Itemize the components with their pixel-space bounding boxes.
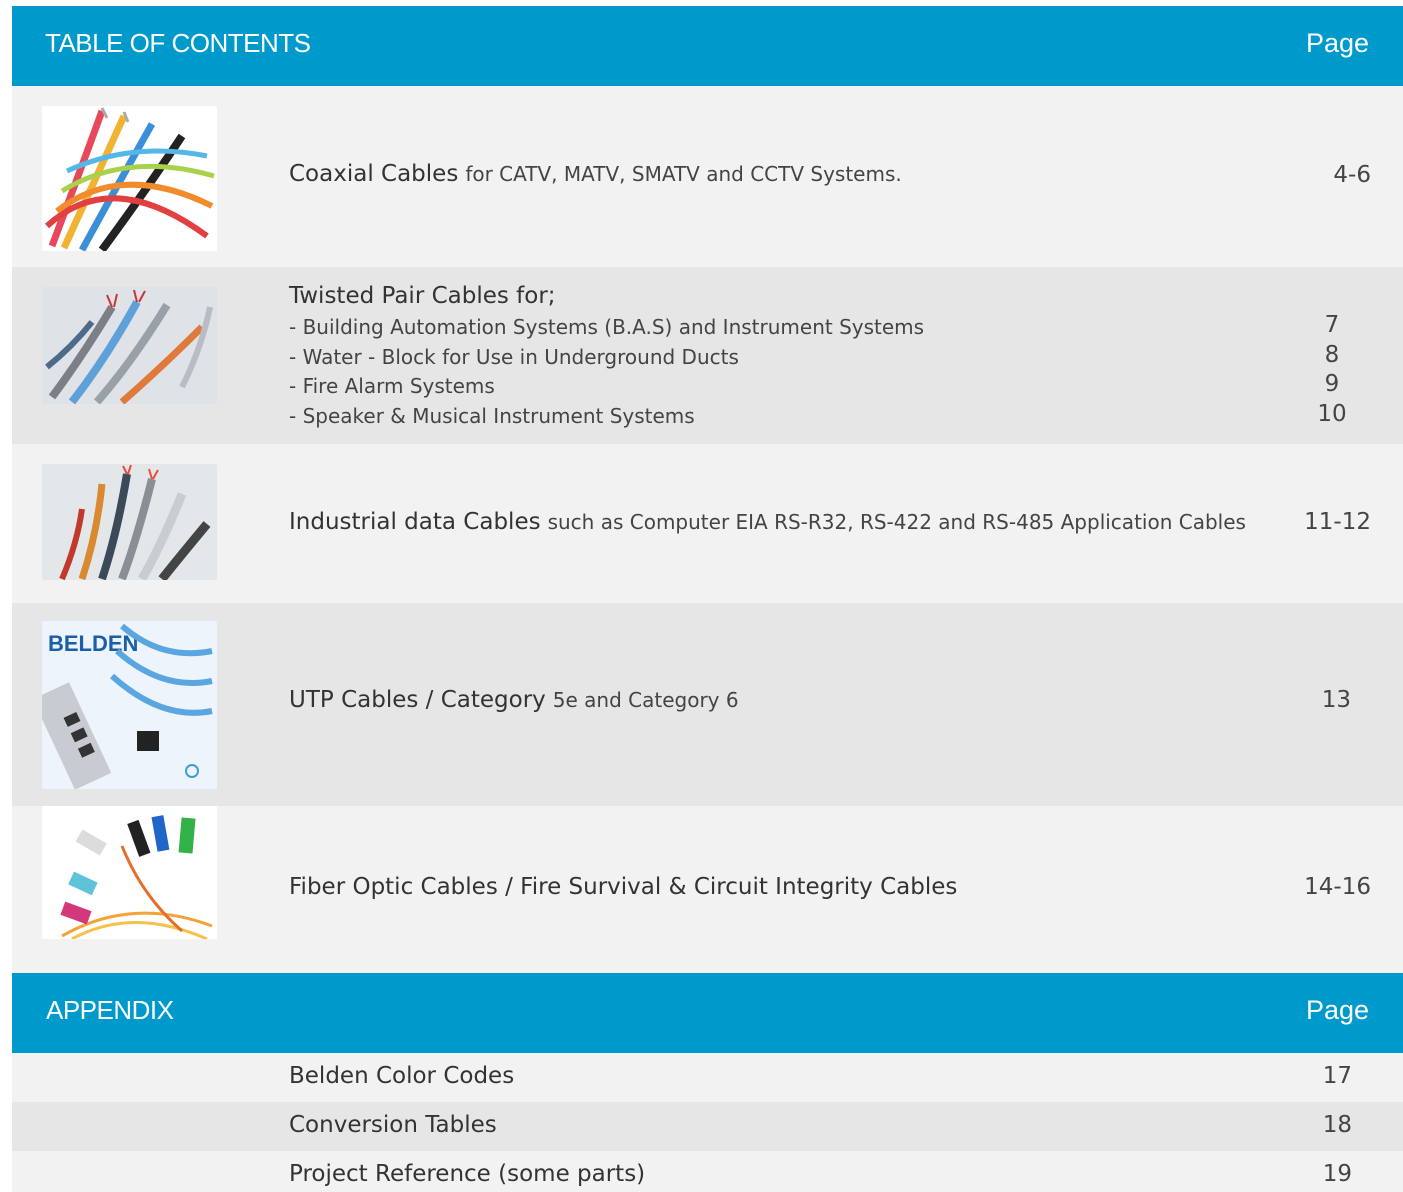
appendix-page: 17 [1322, 1063, 1352, 1089]
coaxial-text: Coaxial Cables for CATV, MATV, SMATV and… [289, 161, 902, 187]
twisted-pair-item: - Speaker & Musical Instrument Systems [289, 403, 695, 428]
toc-row-twisted-pair[interactable]: Twisted Pair Cables for; - Building Auto… [12, 267, 1403, 444]
twisted-pair-item-page: 9 [1324, 371, 1340, 397]
industrial-cables-photo [42, 464, 217, 580]
toc-row-industrial[interactable]: Industrial data Cables such as Computer … [12, 444, 1403, 603]
appendix-page: 18 [1322, 1112, 1352, 1138]
toc-page-label: Page [1305, 28, 1369, 58]
fiber-text: Fiber Optic Cables / Fire Survival & Cir… [289, 874, 957, 900]
industrial-page: 11-12 [1304, 509, 1371, 535]
toc-row-utp[interactable]: BELDEN UTP Cables / Category 5e and Cate… [12, 603, 1403, 806]
appendix-row[interactable]: Project Reference (some parts) 19 [12, 1151, 1403, 1192]
twisted-pair-text: Twisted Pair Cables for; - Building Auto… [289, 283, 924, 431]
utp-title: UTP Cables / Category [289, 687, 546, 713]
twisted-pair-item-page: 10 [1317, 400, 1347, 427]
appendix-row[interactable]: Conversion Tables 18 [12, 1102, 1403, 1151]
toc-title: TABLE OF CONTENTS [45, 28, 311, 58]
appendix-label: Belden Color Codes [289, 1063, 515, 1089]
belden-logo: BELDEN [48, 631, 138, 656]
industrial-subtitle: such as Computer EIA RS-R32, RS-422 and … [547, 510, 1246, 534]
appendix-page: 19 [1322, 1161, 1352, 1187]
belden-utp-photo: BELDEN [42, 621, 217, 789]
utp-page: 13 [1321, 687, 1351, 713]
appendix-title: APPENDIX [46, 995, 174, 1025]
appendix-label: Conversion Tables [289, 1112, 497, 1138]
coaxial-title: Coaxial Cables [289, 161, 459, 187]
fiber-page: 14-16 [1304, 874, 1371, 900]
twisted-pair-item: - Water - Block for Use in Underground D… [289, 344, 739, 369]
twisted-pair-pages: 7 8 9 10 [1317, 311, 1347, 429]
fiber-optic-connectors-photo [42, 806, 217, 939]
coaxial-cables-photo [42, 106, 217, 251]
appendix-page-label: Page [1305, 995, 1369, 1025]
fiber-title: Fiber Optic Cables / Fire Survival & Cir… [289, 874, 958, 900]
twisted-pair-item-page: 8 [1324, 341, 1340, 368]
appendix-row[interactable]: Belden Color Codes 17 [12, 1053, 1403, 1102]
twisted-pair-item-page: 7 [1324, 312, 1340, 338]
utp-subtitle: 5e and Category 6 [552, 688, 739, 712]
coaxial-page: 4-6 [1333, 162, 1371, 188]
twisted-pair-item: - Building Automation Systems (B.A.S) an… [289, 315, 925, 339]
industrial-text: Industrial data Cables such as Computer … [289, 509, 1246, 535]
twisted-pair-cables-photo [42, 287, 217, 404]
toc-header: TABLE OF CONTENTS Page [12, 6, 1403, 86]
coaxial-subtitle: for CATV, MATV, SMATV and CCTV Systems. [465, 162, 902, 186]
toc-row-coaxial[interactable]: Coaxial Cables for CATV, MATV, SMATV and… [12, 86, 1403, 267]
appendix-label: Project Reference (some parts) [289, 1161, 646, 1187]
utp-text: UTP Cables / Category 5e and Category 6 [289, 687, 739, 713]
industrial-title: Industrial data Cables [289, 509, 541, 535]
appendix-header: APPENDIX Page [12, 973, 1403, 1053]
toc-row-fiber[interactable]: Fiber Optic Cables / Fire Survival & Cir… [12, 806, 1403, 973]
twisted-pair-title: Twisted Pair Cables for; [289, 283, 556, 309]
twisted-pair-item: - Fire Alarm Systems [289, 374, 495, 398]
